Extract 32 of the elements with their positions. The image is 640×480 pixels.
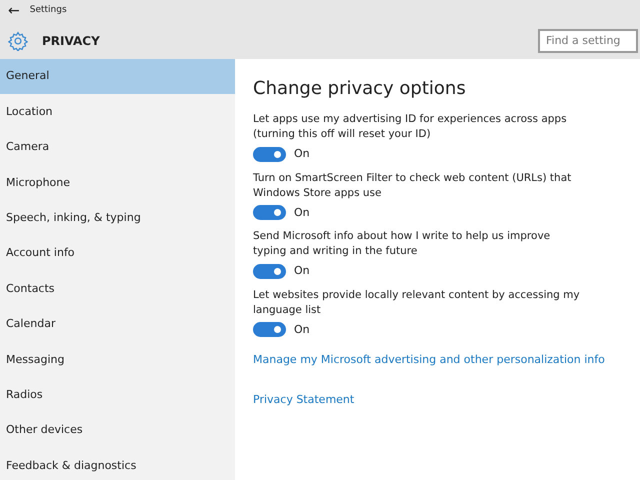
link[interactable]: Manage my Microsoft advertising and other personalization info — [253, 353, 605, 366]
sidebar-item[interactable]: Account info — [0, 236, 235, 272]
toggle-state: On — [294, 204, 310, 220]
back-button[interactable]: ← — [0, 0, 30, 22]
section-heading: Change privacy options — [253, 77, 467, 101]
option-label: Turn on SmartScreen Filter to check web content (URLs) that Windows Store apps use — [253, 170, 572, 200]
toggle-state: On — [294, 146, 310, 162]
toggle-switch[interactable] — [253, 205, 286, 220]
sidebar-item[interactable]: Other devices — [0, 412, 235, 448]
sidebar-item[interactable]: Microphone — [0, 165, 235, 201]
option-label: Let websites provide locally relevant content by accessing my language list — [253, 288, 581, 318]
sidebar-item[interactable]: Speech, inking, & typing — [0, 200, 235, 236]
sidebar-item[interactable]: General — [0, 59, 235, 94]
option-label: Let apps use my advertising ID for experiences across apps (turning this off will reset your ID) — [253, 112, 568, 142]
sidebar-item[interactable]: Contacts — [0, 271, 235, 307]
sidebar-item[interactable]: Camera — [0, 130, 235, 166]
toggle-switch[interactable] — [253, 146, 286, 162]
sidebar-item[interactable]: Location — [0, 94, 235, 130]
settings-icon — [8, 30, 28, 50]
sidebar-item[interactable]: Calendar — [0, 306, 235, 342]
toggle-state: On — [294, 263, 310, 279]
sidebar-item[interactable]: Radios — [0, 378, 235, 413]
toggle-switch[interactable] — [253, 322, 286, 338]
option-label: Send Microsoft info about how I write to help us improve typing and writing in the future — [253, 229, 552, 259]
search-field[interactable]: Find a setting — [538, 28, 638, 52]
sidebar-item[interactable]: Feedback & diagnostics — [0, 448, 235, 480]
toggle-state: On — [294, 322, 310, 338]
link[interactable]: Privacy Statement — [253, 393, 354, 406]
page-title: PRIVACY — [42, 32, 100, 50]
window-title: Settings — [30, 4, 67, 18]
toggle-switch[interactable] — [253, 264, 286, 279]
sidebar-item[interactable]: Messaging — [0, 342, 235, 378]
